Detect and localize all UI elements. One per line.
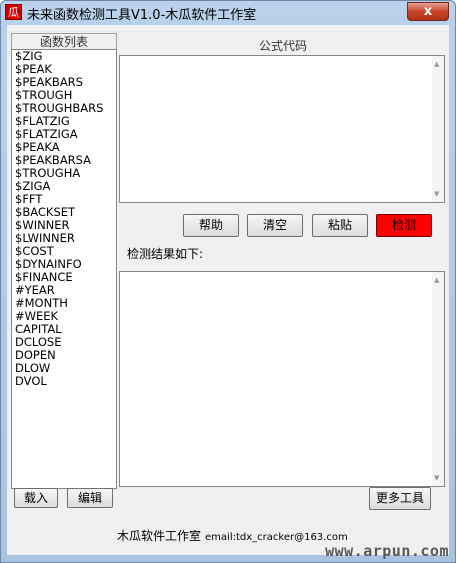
scroll-down-icon[interactable]: ▼ — [434, 474, 439, 482]
formula-input[interactable]: ▲ ▼ — [119, 55, 445, 203]
status-bar: 木瓜软件工作室 email:tdx_cracker@163.com — [117, 527, 348, 545]
close-button[interactable]: x — [407, 2, 449, 21]
result-label: 检测结果如下: — [127, 247, 204, 261]
more-tools-button[interactable]: 更多工具 — [369, 487, 431, 510]
function-list-header: 函数列表 — [11, 33, 117, 49]
app-logo-icon: 瓜 — [5, 4, 22, 20]
formula-label: 公式代码 — [258, 39, 307, 53]
result-output[interactable]: ▲ ▼ — [119, 271, 445, 487]
load-button[interactable]: 载入 — [14, 488, 58, 508]
scroll-up-icon[interactable]: ▲ — [434, 60, 439, 68]
title-bar[interactable]: 瓜 未来函数检测工具V1.0-木瓜软件工作室 x — [1, 1, 455, 23]
function-list-item[interactable]: DVOL — [12, 375, 116, 388]
client-area: 函数列表 $ZIG $PEAK $PEAKBARS $TROUGH $TROUGHBAR… — [7, 25, 449, 555]
detect-button[interactable]: 检测 — [376, 214, 432, 237]
formula-scrollbar[interactable]: ▲ ▼ — [432, 56, 444, 202]
app-window: 瓜 未来函数检测工具V1.0-木瓜软件工作室 x 函数列表 $ZIG $PEAK $… — [0, 0, 456, 563]
studio-name: 木瓜软件工作室 — [117, 529, 202, 543]
help-button[interactable]: 帮助 — [183, 214, 239, 237]
scroll-down-icon[interactable]: ▼ — [434, 190, 439, 198]
result-scrollbar[interactable]: ▲ ▼ — [432, 272, 444, 486]
function-list-panel: 函数列表 $ZIG $PEAK $PEAKBARS $TROUGH $TROUGHBAR… — [11, 33, 117, 509]
site-watermark: www.arpun.com — [325, 542, 449, 560]
paste-button[interactable]: 粘贴 — [312, 214, 368, 237]
window-title: 未来函数检测工具V1.0-木瓜软件工作室 — [27, 8, 257, 23]
edit-button[interactable]: 编辑 — [67, 488, 113, 508]
clear-button[interactable]: 清空 — [247, 214, 303, 237]
function-list[interactable]: $ZIG $PEAK $PEAKBARS $TROUGH $TROUGHBARS $FLA… — [11, 49, 117, 489]
scroll-up-icon[interactable]: ▲ — [434, 276, 439, 284]
